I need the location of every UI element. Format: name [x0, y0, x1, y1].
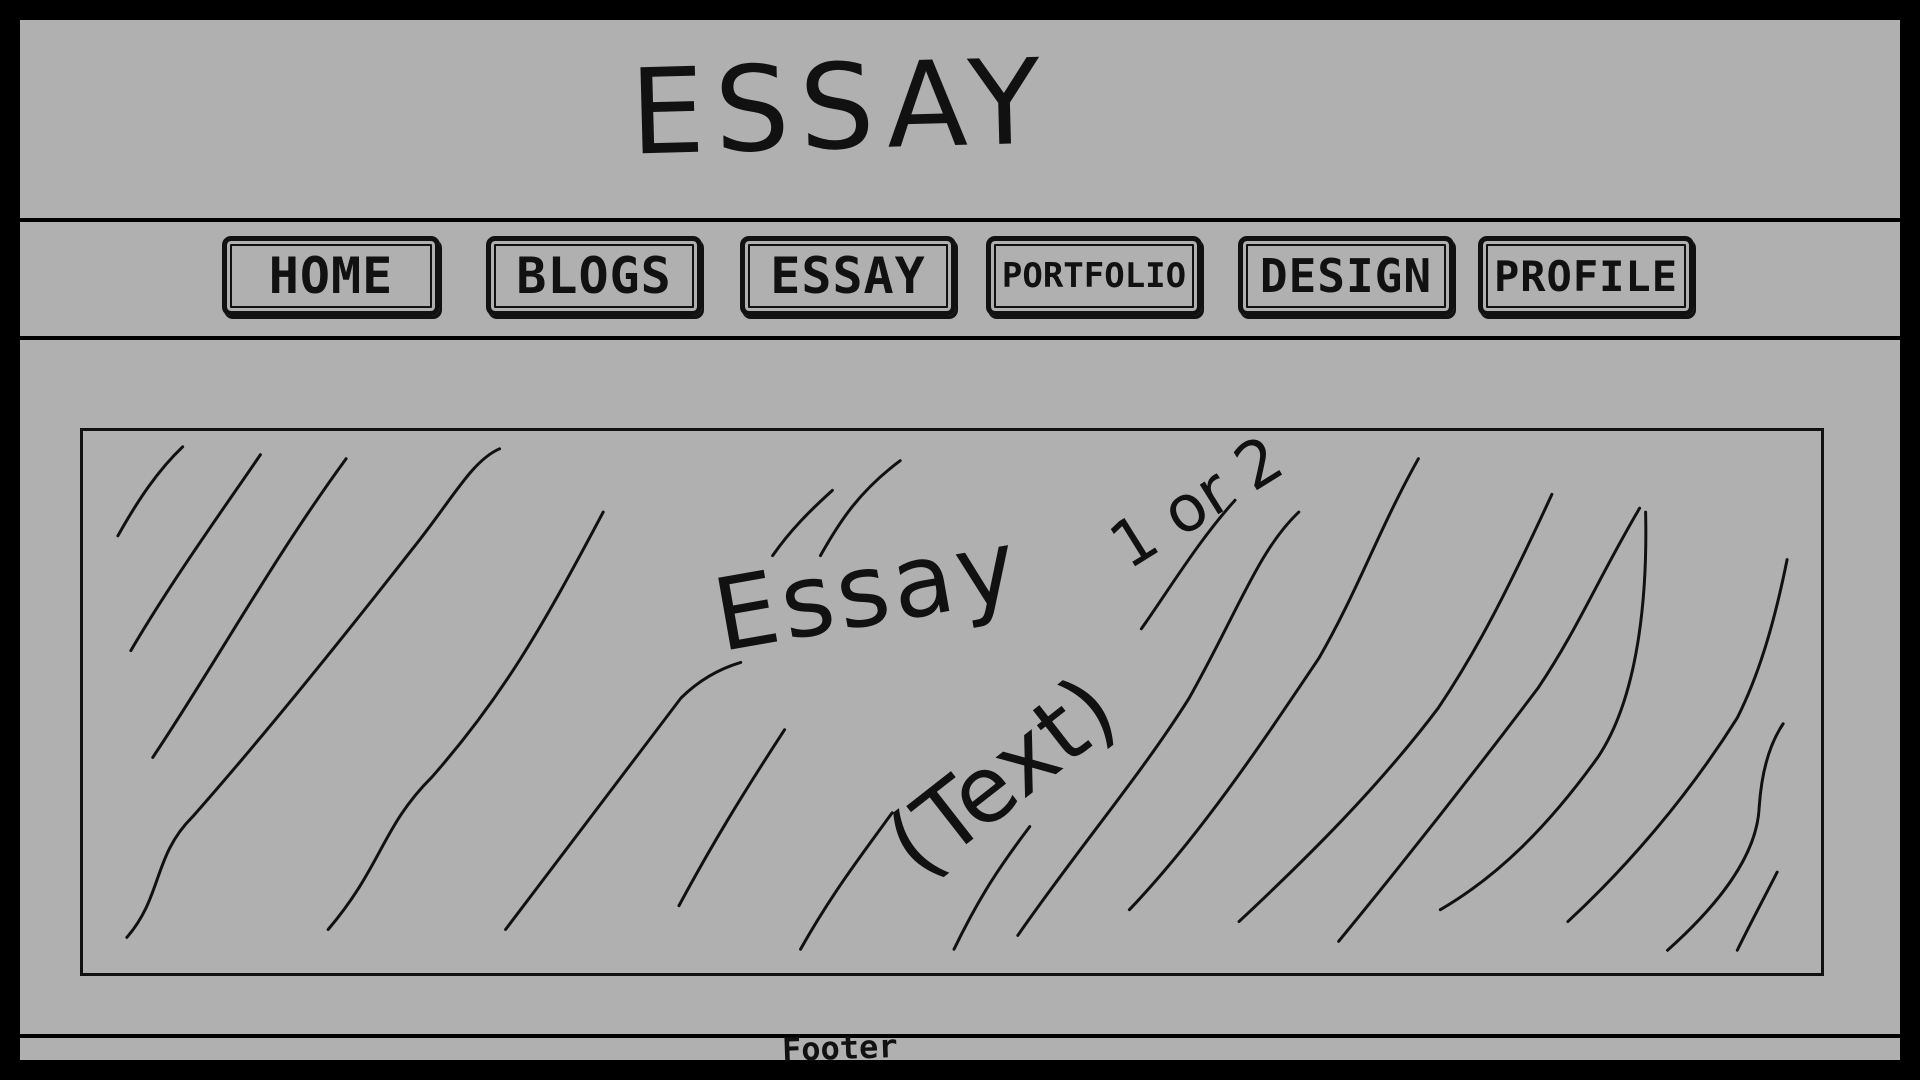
page-frame: ESSAY HOME BLOGS ESSAY PORTFOLIO DESIGN …: [20, 20, 1900, 1069]
nav-item-profile[interactable]: PROFILE: [1478, 236, 1694, 316]
nav-item-essay[interactable]: ESSAY: [740, 236, 956, 316]
content-area: Essay 1 or 2 (Text): [20, 340, 1900, 1038]
footer: Footer: [20, 1027, 1900, 1069]
essay-content-placeholder: Essay 1 or 2 (Text): [80, 422, 1824, 976]
footer-label: Footer: [781, 1026, 899, 1070]
page-title: ESSAY: [628, 32, 1052, 182]
nav-item-home[interactable]: HOME: [222, 236, 440, 316]
nav-item-design[interactable]: DESIGN: [1238, 236, 1454, 316]
nav-item-blogs[interactable]: BLOGS: [486, 236, 702, 316]
nav-item-portfolio[interactable]: PORTFOLIO: [986, 236, 1202, 316]
hatch-lines: [116, 445, 1789, 952]
nav-bar: HOME BLOGS ESSAY PORTFOLIO DESIGN PROFIL…: [20, 222, 1900, 340]
header: ESSAY: [20, 20, 1900, 222]
